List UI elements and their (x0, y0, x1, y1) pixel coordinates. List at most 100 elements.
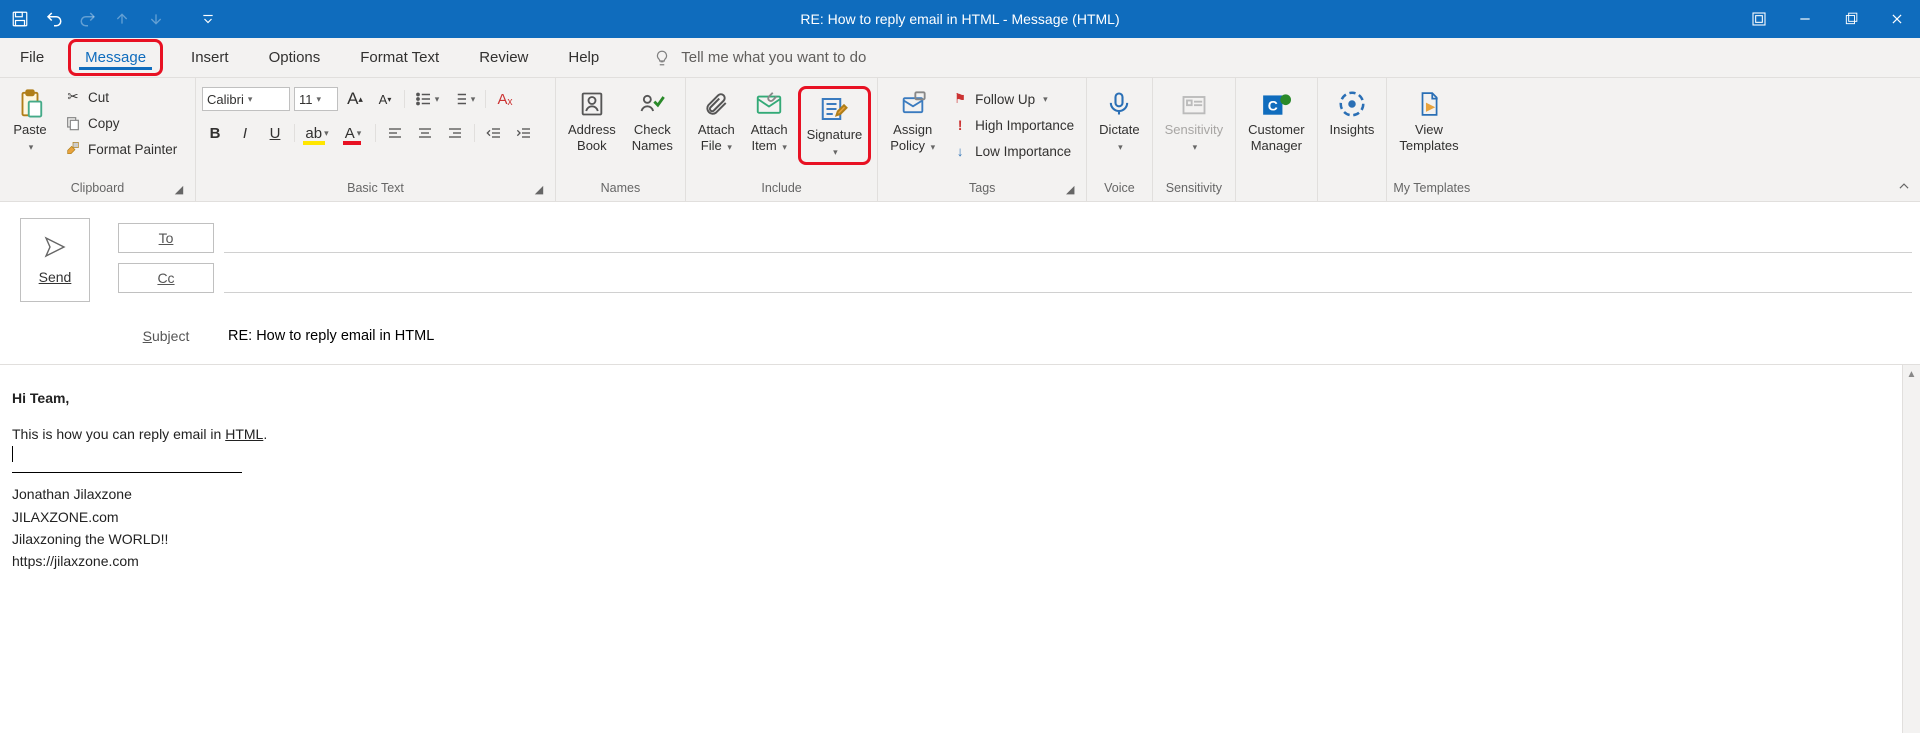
sensitivity-icon (1178, 88, 1210, 120)
ribbon: Paste▾ ✂ Cut Copy Format Painte (0, 78, 1920, 202)
insights-button[interactable]: Insights (1324, 86, 1381, 140)
window-title: RE: How to reply email in HTML - Message… (800, 11, 1119, 27)
underline-button[interactable]: U (262, 120, 288, 146)
tab-message[interactable]: Message (68, 39, 163, 76)
group-sensitivity-label: Sensitivity (1166, 181, 1222, 195)
view-templates-button[interactable]: ViewTemplates (1393, 86, 1464, 155)
body-line1-link: HTML (225, 426, 263, 442)
group-include-label: Include (761, 181, 801, 195)
send-label: Send (39, 269, 72, 285)
bullets-button[interactable]: ▾ (411, 86, 443, 112)
title-bar: RE: How to reply email in HTML - Message… (0, 0, 1920, 38)
tell-me-placeholder: Tell me what you want to do (681, 49, 866, 66)
font-color-button[interactable]: A▾ (337, 120, 369, 146)
tags-launcher-icon[interactable]: ◢ (1062, 181, 1078, 197)
signature-separator (12, 472, 242, 473)
qat-customize-icon[interactable] (198, 9, 218, 29)
align-right-button[interactable] (442, 120, 468, 146)
align-left-button[interactable] (382, 120, 408, 146)
vertical-scrollbar[interactable]: ▲ (1902, 365, 1920, 733)
body-greeting: Hi Team, (12, 390, 69, 406)
copy-button[interactable]: Copy (58, 112, 183, 134)
group-voice: Dictate▾ Voice (1087, 78, 1152, 201)
next-icon (146, 9, 166, 29)
cc-field[interactable] (224, 263, 1912, 293)
address-book-button[interactable]: AddressBook (562, 86, 622, 155)
close-button[interactable] (1874, 0, 1920, 38)
window-controls (1736, 0, 1920, 38)
group-insights: Insights (1318, 78, 1388, 201)
compose-header: Send To Cc Subject (0, 202, 1920, 365)
check-names-button[interactable]: CheckNames (626, 86, 679, 155)
group-include: AttachFile ▾ AttachItem ▾ Signature▾ Inc… (686, 78, 878, 201)
send-button[interactable]: Send (20, 218, 90, 302)
collapse-ribbon-button[interactable] (1894, 177, 1914, 197)
sig-line-2: JILAXZONE.com (12, 506, 1890, 528)
sig-line-4: https://jilaxzone.com (12, 550, 1890, 572)
basictext-launcher-icon[interactable]: ◢ (531, 181, 547, 197)
ribbon-tabs: File Message Insert Options Format Text … (0, 38, 1920, 78)
group-names: AddressBook CheckNames Names (556, 78, 686, 201)
paste-button[interactable]: Paste▾ (6, 86, 54, 155)
scroll-up-icon[interactable]: ▲ (1903, 365, 1920, 383)
message-body[interactable]: Hi Team, This is how you can reply email… (0, 365, 1902, 733)
redo-icon (78, 9, 98, 29)
group-clipboard: Paste▾ ✂ Cut Copy Format Painte (0, 78, 196, 201)
cc-button[interactable]: Cc (118, 263, 214, 293)
tab-review[interactable]: Review (465, 38, 542, 77)
group-voice-label: Voice (1104, 181, 1135, 195)
check-names-icon (636, 88, 668, 120)
low-importance-icon: ↓ (951, 142, 969, 160)
group-customer-manager: C CustomerManager (1236, 78, 1317, 201)
flag-icon: ⚑ (951, 90, 969, 108)
cut-button[interactable]: ✂ Cut (58, 86, 183, 108)
minimize-button[interactable] (1782, 0, 1828, 38)
to-field[interactable] (224, 223, 1912, 253)
high-importance-button[interactable]: ! High Importance (945, 114, 1080, 136)
dictate-button[interactable]: Dictate▾ (1093, 86, 1145, 155)
grow-font-button[interactable]: A▴ (342, 86, 368, 112)
save-icon[interactable] (10, 9, 30, 29)
attach-file-button[interactable]: AttachFile ▾ (692, 86, 741, 155)
font-size-combo[interactable]: 11▾ (294, 87, 338, 111)
text-caret (12, 446, 13, 462)
quick-access-toolbar (0, 9, 218, 29)
shrink-font-button[interactable]: A▾ (372, 86, 398, 112)
minimize-ribbon-icon[interactable] (1736, 0, 1782, 38)
tab-help[interactable]: Help (554, 38, 613, 77)
assign-policy-button[interactable]: AssignPolicy ▾ (884, 86, 941, 155)
address-book-icon (576, 88, 608, 120)
numbering-button[interactable]: ▾ (447, 86, 479, 112)
attach-item-button[interactable]: AttachItem ▾ (745, 86, 794, 155)
tab-insert[interactable]: Insert (177, 38, 243, 77)
highlight-button[interactable]: ab▾ (301, 120, 333, 146)
body-line1-post: . (263, 426, 267, 442)
tab-file[interactable]: File (6, 38, 58, 77)
tell-me-box[interactable]: Tell me what you want to do (643, 38, 866, 77)
to-button[interactable]: To (118, 223, 214, 253)
customer-manager-button[interactable]: C CustomerManager (1242, 86, 1310, 155)
follow-up-button[interactable]: ⚑ Follow Up ▾ (945, 88, 1080, 110)
signature-button[interactable]: Signature▾ (798, 86, 872, 165)
subject-field[interactable] (224, 321, 1912, 351)
low-importance-button[interactable]: ↓ Low Importance (945, 140, 1080, 162)
tab-format-text[interactable]: Format Text (346, 38, 453, 77)
paperclip-icon (700, 88, 732, 120)
align-center-button[interactable] (412, 120, 438, 146)
undo-icon[interactable] (44, 9, 64, 29)
subject-label: Subject (118, 321, 214, 351)
italic-button[interactable]: I (232, 120, 258, 146)
increase-indent-button[interactable] (511, 120, 537, 146)
decrease-indent-button[interactable] (481, 120, 507, 146)
format-painter-button[interactable]: Format Painter (58, 138, 183, 160)
font-combo[interactable]: Calibri▾ (202, 87, 290, 111)
signature-icon (818, 93, 850, 125)
customer-manager-icon: C (1260, 88, 1292, 120)
clipboard-launcher-icon[interactable]: ◢ (171, 181, 187, 197)
tab-options[interactable]: Options (255, 38, 335, 77)
copy-icon (64, 114, 82, 132)
clear-formatting-button[interactable]: Aₓ (492, 86, 518, 112)
bold-button[interactable]: B (202, 120, 228, 146)
maximize-button[interactable] (1828, 0, 1874, 38)
group-basic-text: Calibri▾ 11▾ A▴ A▾ ▾ ▾ Aₓ B I (196, 78, 556, 201)
